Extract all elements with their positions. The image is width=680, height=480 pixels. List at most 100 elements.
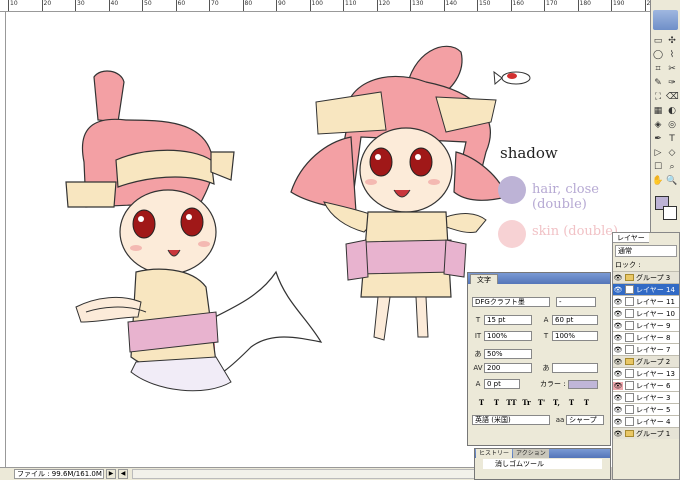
baseline-shift-field[interactable]: 0 pt bbox=[484, 379, 520, 389]
tracking-field[interactable]: 200 bbox=[484, 363, 532, 373]
layer-row[interactable]: 👁 レイヤー 7 bbox=[613, 343, 679, 355]
note-hair: hair, close (double) bbox=[532, 182, 599, 212]
tool-button-icon[interactable]: ⛶ bbox=[652, 91, 664, 103]
tool-button-icon[interactable]: ▦ bbox=[652, 105, 664, 117]
layer-row[interactable]: 👁 レイヤー 10 bbox=[613, 307, 679, 319]
layer-row[interactable]: 👁 レイヤー 14 bbox=[613, 283, 679, 295]
visibility-eye-icon[interactable]: 👁 bbox=[613, 310, 623, 318]
visibility-eye-icon[interactable]: 👁 bbox=[613, 418, 623, 426]
visibility-eye-icon[interactable]: 👁 bbox=[613, 298, 623, 306]
style-buttons: T T TT Tr T' T, T T bbox=[474, 397, 594, 407]
tsume-field[interactable]: 50% bbox=[484, 349, 532, 359]
history-item[interactable]: 消しゴムツール bbox=[483, 459, 602, 469]
ruler-label: 80 bbox=[244, 0, 253, 7]
note-shadow: shadow bbox=[500, 144, 558, 162]
visibility-eye-icon[interactable]: 👁 bbox=[613, 286, 623, 294]
layer-thumbnail bbox=[625, 321, 634, 330]
layer-row[interactable]: 👁 レイヤー 5 bbox=[613, 403, 679, 415]
visibility-eye-icon[interactable]: 👁 bbox=[613, 358, 623, 366]
layer-group-row[interactable]: 👁 グループ 2 bbox=[613, 355, 679, 367]
scroll-left-arrow[interactable]: ◀ bbox=[118, 469, 128, 479]
visibility-eye-icon[interactable]: 👁 bbox=[613, 430, 623, 438]
layer-row[interactable]: 👁 レイヤー 9 bbox=[613, 319, 679, 331]
antialias-select[interactable]: シャープ bbox=[566, 415, 604, 425]
ruler-label: 10 bbox=[10, 0, 18, 7]
layer-name: レイヤー 9 bbox=[636, 321, 671, 330]
visibility-eye-icon[interactable]: 👁 bbox=[613, 346, 623, 354]
blend-mode-select[interactable]: 通常 bbox=[615, 245, 677, 257]
kerning-icon: あ bbox=[542, 364, 550, 372]
ruler-label: 20 bbox=[43, 0, 52, 7]
tool-button-icon[interactable]: ✒ bbox=[652, 133, 664, 145]
status-menu-arrow[interactable]: ▶ bbox=[106, 469, 116, 479]
tool-button-icon[interactable]: ⌗ bbox=[652, 63, 664, 75]
text-style-button[interactable]: T' bbox=[534, 398, 549, 407]
ruler-label: 150 bbox=[479, 0, 491, 7]
visibility-eye-icon[interactable]: 👁 bbox=[613, 394, 623, 402]
kerning-field[interactable] bbox=[552, 363, 598, 373]
actions-tab[interactable]: アクション bbox=[513, 449, 549, 458]
tool-button-icon[interactable]: ⌇ bbox=[666, 49, 678, 61]
character-tab[interactable]: 文字 bbox=[470, 274, 498, 284]
vertical-scale-field[interactable]: 100% bbox=[484, 331, 532, 341]
visibility-eye-icon[interactable]: 👁 bbox=[613, 381, 623, 390]
tool-button-icon[interactable]: ▷ bbox=[652, 147, 664, 159]
visibility-eye-icon[interactable]: 👁 bbox=[613, 274, 623, 282]
layer-group-row[interactable]: 👁 グループ 1 bbox=[613, 427, 679, 439]
layers-tab[interactable]: レイヤー bbox=[613, 233, 649, 243]
visibility-eye-icon[interactable]: 👁 bbox=[613, 334, 623, 342]
font-size-field[interactable]: 15 pt bbox=[484, 315, 532, 325]
layer-row[interactable]: 👁 レイヤー 4 bbox=[613, 415, 679, 427]
ruler-label: 190 bbox=[613, 0, 625, 7]
language-select[interactable]: 英語 (米国) bbox=[472, 415, 550, 425]
text-style-button[interactable]: T bbox=[489, 398, 504, 407]
font-family-select[interactable]: DFGクラフト墨 bbox=[472, 297, 550, 307]
layer-name: レイヤー 8 bbox=[636, 333, 671, 342]
tool-button-icon[interactable]: ⌕ bbox=[666, 161, 678, 173]
background-color[interactable] bbox=[663, 206, 677, 220]
horizontal-scale-field[interactable]: 100% bbox=[552, 331, 598, 341]
tool-button-icon[interactable]: ⌫ bbox=[666, 91, 679, 103]
tool-button-icon[interactable]: ◐ bbox=[666, 105, 678, 117]
layer-thumbnail bbox=[625, 369, 634, 378]
tool-button-icon[interactable]: ◎ bbox=[666, 119, 678, 131]
tool-button-icon[interactable]: ◇ bbox=[666, 147, 678, 159]
text-style-button[interactable]: T, bbox=[549, 398, 564, 407]
lock-label: ロック : bbox=[615, 261, 641, 269]
visibility-eye-icon[interactable]: 👁 bbox=[613, 322, 623, 330]
leading-field[interactable]: 60 pt bbox=[552, 315, 598, 325]
layer-row[interactable]: 👁 レイヤー 13 bbox=[613, 367, 679, 379]
layer-name: グループ 1 bbox=[636, 429, 671, 438]
layer-group-row[interactable]: 👁 グループ 3 bbox=[613, 271, 679, 283]
tool-button-icon[interactable]: 🔍 bbox=[666, 175, 678, 187]
text-style-button[interactable]: T bbox=[564, 398, 579, 407]
text-style-button[interactable]: TT bbox=[504, 398, 519, 407]
layer-row[interactable]: 👁 レイヤー 6 bbox=[613, 379, 679, 391]
tool-button-icon[interactable]: ◯ bbox=[652, 49, 664, 61]
layer-row[interactable]: 👁 レイヤー 8 bbox=[613, 331, 679, 343]
layer-row[interactable]: 👁 レイヤー 3 bbox=[613, 391, 679, 403]
tool-button-icon[interactable]: ▭ bbox=[652, 35, 664, 47]
layers-panel: レイヤー 通常 ロック : 👁 グループ 3 👁 レイヤー 14 👁 レイヤー 11 👁 レイ… bbox=[612, 232, 680, 480]
text-style-button[interactable]: T bbox=[579, 398, 594, 407]
visibility-eye-icon[interactable]: 👁 bbox=[613, 370, 623, 378]
history-panel: ヒストリー アクション 消しゴムツール bbox=[474, 448, 611, 480]
tool-button-icon[interactable]: ✣ bbox=[666, 35, 678, 47]
toolbox-grip[interactable] bbox=[653, 10, 678, 30]
tool-button-icon[interactable]: T bbox=[666, 133, 678, 145]
tool-button-icon[interactable]: ✎ bbox=[652, 77, 664, 89]
tool-button-icon[interactable]: ☐ bbox=[652, 161, 664, 173]
tool-button-icon[interactable]: ✑ bbox=[666, 77, 678, 89]
font-style-select[interactable]: - bbox=[556, 297, 596, 307]
layer-thumbnail bbox=[625, 333, 634, 342]
layer-row[interactable]: 👁 レイヤー 11 bbox=[613, 295, 679, 307]
tool-button-icon[interactable]: ✂ bbox=[666, 63, 678, 75]
tool-button-icon[interactable]: ✋ bbox=[652, 175, 664, 187]
text-style-button[interactable]: Tr bbox=[519, 398, 534, 407]
text-color-swatch[interactable] bbox=[567, 379, 598, 389]
history-tab[interactable]: ヒストリー bbox=[476, 449, 513, 458]
skin-color-swatch bbox=[498, 220, 526, 248]
text-style-button[interactable]: T bbox=[474, 398, 489, 407]
tool-button-icon[interactable]: ◈ bbox=[652, 119, 664, 131]
visibility-eye-icon[interactable]: 👁 bbox=[613, 406, 623, 414]
